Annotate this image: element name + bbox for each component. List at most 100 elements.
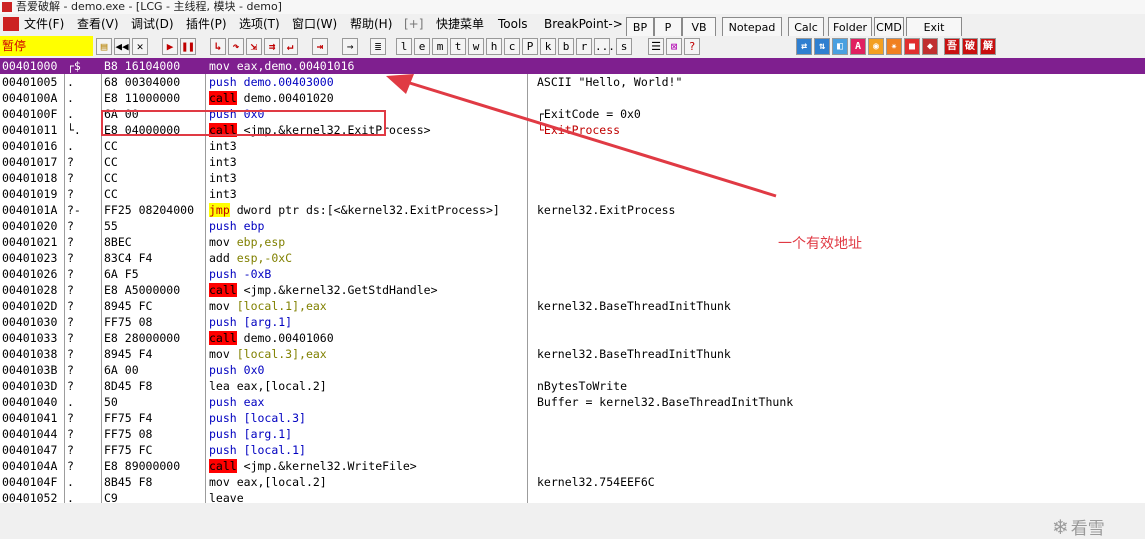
fullscreen-icon[interactable]: ⊠ [666, 38, 682, 55]
address-cell: 00401030 [2, 315, 58, 329]
mnemonic: int3 [209, 187, 237, 201]
disasm-row[interactable]: 0040104A? E8 89000000 call <jmp.&kernel32.… [0, 458, 1145, 474]
folder-button[interactable]: Folder [828, 17, 872, 37]
notepad-button[interactable]: Notepad [722, 17, 782, 37]
flow-marker: ? [67, 187, 74, 201]
address-cell: 00401038 [2, 347, 58, 361]
flow-marker: ?- [67, 203, 81, 217]
menu-options[interactable]: 选项(T) [239, 14, 280, 35]
menu-plugins[interactable]: 插件(P) [186, 14, 227, 35]
hex-bytes-cell: C9 [104, 491, 118, 505]
goto-icon[interactable]: → [342, 38, 358, 55]
disasm-row[interactable]: 00401020? 55 push ebp [0, 218, 1145, 234]
menu-file[interactable]: 文件(F) [24, 14, 64, 35]
tb-letter-more[interactable]: ... [594, 38, 615, 55]
comment-cell: Buffer = kernel32.BaseThreadInitThunk [537, 395, 794, 409]
disasm-row[interactable]: 00401047? FF75 FC push [local.1] [0, 442, 1145, 458]
tb-letter-h[interactable]: h [486, 38, 502, 55]
flow-marker: └. [67, 123, 81, 137]
close-icon[interactable]: ✕ [132, 38, 148, 55]
tb-letter-b[interactable]: b [558, 38, 574, 55]
menu-expand[interactable]: [+] [404, 14, 423, 35]
disasm-row[interactable]: 00401028? E8 A5000000 call <jmp.&kernel32.… [0, 282, 1145, 298]
disasm-row[interactable]: 00401026? 6A F5 push -0xB [0, 266, 1145, 282]
tb-letter-e[interactable]: e [414, 38, 430, 55]
help-icon[interactable]: ? [684, 38, 700, 55]
a-icon[interactable]: A [850, 38, 866, 55]
restart-icon[interactable]: ◀◀ [114, 38, 130, 55]
tb-letter-r[interactable]: r [576, 38, 592, 55]
instruction-cell: push -0xB [209, 266, 525, 282]
menu-tools[interactable]: Tools [498, 14, 528, 35]
toolbar: 暂停 ▤ ◀◀ ✕ ▶ ❚❚ ↳ ↷ ⇲ ⇉ ↵ ⇥ → ≣ l e m t w… [0, 36, 1145, 58]
list-icon[interactable]: ≣ [370, 38, 386, 55]
disassembly-pane[interactable]: 00401000 ┌$ B8 16104000 mov eax,demo.004010… [0, 58, 1145, 539]
gear-icon[interactable]: ✷ [886, 38, 902, 55]
view-list-icon[interactable]: ☰ [648, 38, 664, 55]
disasm-row[interactable]: 00401021? 8BEC mov ebp,esp [0, 234, 1145, 250]
flow-marker: ? [67, 427, 74, 441]
disasm-row[interactable]: 0040103D? 8D45 F8 lea eax,[local.2] nBytesT… [0, 378, 1145, 394]
menu-window[interactable]: 窗口(W) [292, 14, 337, 35]
disasm-row[interactable]: 00401040. 50 push eax Buffer = kernel32.Bas… [0, 394, 1145, 410]
instruction-cell: add esp,-0xC [209, 250, 525, 266]
exit-button[interactable]: Exit [906, 17, 962, 37]
menu-view[interactable]: 查看(V) [77, 14, 119, 35]
execute-till-return-icon[interactable]: ↵ [282, 38, 298, 55]
tb-letter-s[interactable]: s [616, 38, 632, 55]
address-cell: 00401018 [2, 171, 58, 185]
disasm-row[interactable]: 0040104F. 8B45 F8 mov eax,[local.2] kernel3… [0, 474, 1145, 490]
brand-chip-wu[interactable]: 吾 [944, 38, 960, 55]
stop-icon[interactable]: ■ [904, 38, 920, 55]
menu-help[interactable]: 帮助(H) [350, 14, 392, 35]
tb-letter-t[interactable]: t [450, 38, 466, 55]
tb-letter-w[interactable]: w [468, 38, 484, 55]
disasm-row[interactable]: 00401033? E8 28000000 call demo.00401060 [0, 330, 1145, 346]
arrows-icon[interactable]: ⇅ [814, 38, 830, 55]
menu-debug[interactable]: 调试(D) [131, 14, 174, 35]
disasm-row[interactable]: 0040102D? 8945 FC mov [local.1],eax kernel3… [0, 298, 1145, 314]
disasm-row[interactable]: 00401030? FF75 08 push [arg.1] [0, 314, 1145, 330]
mnemonic: call [209, 459, 237, 473]
disasm-row[interactable]: 0040103B? 6A 00 push 0x0 [0, 362, 1145, 378]
hex-bytes-cell: 55 [104, 219, 118, 233]
step-over-icon[interactable]: ↷ [228, 38, 244, 55]
app-menu-icon[interactable] [3, 17, 19, 31]
mnemonic: call [209, 331, 237, 345]
tb-letter-l[interactable]: l [396, 38, 412, 55]
p-button[interactable]: P [654, 17, 682, 37]
tb-letter-P[interactable]: P [522, 38, 538, 55]
step-into-icon[interactable]: ↳ [210, 38, 226, 55]
cmd-button[interactable]: CMD [874, 17, 904, 37]
flow-marker: ? [67, 235, 74, 249]
trace-into-icon[interactable]: ⇲ [246, 38, 262, 55]
tb-letter-m[interactable]: m [432, 38, 448, 55]
disasm-row[interactable]: 00401038? 8945 F4 mov [local.3],eax kernel3… [0, 346, 1145, 362]
mark-icon[interactable]: ◆ [922, 38, 938, 55]
run-icon[interactable]: ▶ [162, 38, 178, 55]
open-icon[interactable]: ▤ [96, 38, 112, 55]
select-icon[interactable]: ◧ [832, 38, 848, 55]
trace-over-icon[interactable]: ⇉ [264, 38, 280, 55]
brand-chip-jie[interactable]: 解 [980, 38, 996, 55]
tb-letter-c[interactable]: c [504, 38, 520, 55]
disasm-row[interactable]: 00401044? FF75 08 push [arg.1] [0, 426, 1145, 442]
tb-letter-k[interactable]: k [540, 38, 556, 55]
disasm-row[interactable]: 00401052. C9 leave [0, 490, 1145, 506]
vb-button[interactable]: VB [682, 17, 716, 37]
calc-button[interactable]: Calc [788, 17, 824, 37]
disasm-row[interactable]: 00401023? 83C4 F4 add esp,-0xC [0, 250, 1145, 266]
menu-breakpoint[interactable]: BreakPoint-> [544, 14, 623, 35]
bp-button[interactable]: BP [626, 17, 654, 37]
hex-bytes-cell: E8 89000000 [104, 459, 181, 473]
disasm-row[interactable]: 00401041? FF75 F4 push [local.3] [0, 410, 1145, 426]
address-cell: 0040102D [2, 299, 58, 313]
pause-icon[interactable]: ❚❚ [180, 38, 196, 55]
brand-chip-po[interactable]: 破 [962, 38, 978, 55]
execute-till-user-code-icon[interactable]: ⇥ [312, 38, 328, 55]
mnemonic: mov [209, 299, 230, 313]
target-icon[interactable]: ◉ [868, 38, 884, 55]
menu-shortcuts[interactable]: 快捷菜单 [436, 14, 484, 35]
sync-icon[interactable]: ⇄ [796, 38, 812, 55]
instruction-cell: mov eax,[local.2] [209, 474, 525, 490]
